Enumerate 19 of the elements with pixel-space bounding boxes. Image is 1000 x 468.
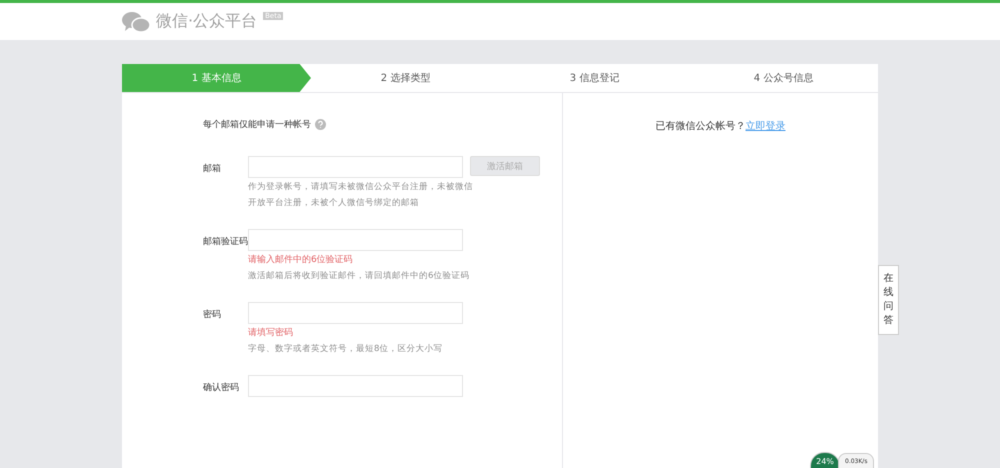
field-label: 密码 xyxy=(203,308,222,322)
field-label: 邮箱验证码 xyxy=(203,236,248,249)
chat-bubbles-icon xyxy=(122,10,150,32)
input-field[interactable] xyxy=(248,229,463,251)
input-field[interactable] xyxy=(248,302,463,324)
intro-text: 每个邮箱仅能申请一种帐号 xyxy=(203,118,311,130)
help-icon[interactable] xyxy=(315,118,326,130)
input-field[interactable] xyxy=(248,375,463,397)
field-label: 邮箱 xyxy=(203,162,222,176)
hint-text: 字母、数字或者英文符号，最短8位，区分大小写 xyxy=(248,342,444,356)
online-qa-button[interactable]: 在线问答 xyxy=(878,265,899,335)
error-text: 请填写密码 xyxy=(248,327,294,340)
login-prompt: 已有微信公众帐号？立即登录 xyxy=(656,120,786,134)
field-label: 确认密码 xyxy=(203,382,240,395)
logo-text: 微信·公众平台 xyxy=(156,11,258,32)
hint-text: 作为登录帐号，请填写未被微信公众平台注册，未被微信开放平台注册，未被个人微信号绑定的邮箱 xyxy=(248,181,473,210)
input-field[interactable] xyxy=(248,156,463,178)
hint-text: 激活邮箱后将收到验证邮件，请回填邮件中的6位验证码 xyxy=(248,270,470,283)
error-text: 请输入邮件中的6位验证码 xyxy=(248,254,354,267)
